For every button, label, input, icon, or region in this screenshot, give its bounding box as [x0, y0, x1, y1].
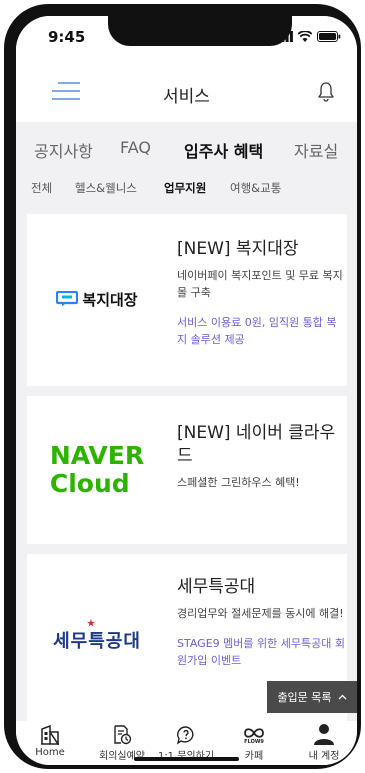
nav-inquiry[interactable]: 1:1 문의하기 [154, 721, 218, 762]
benefit-card-naver-cloud[interactable]: NAVER Cloud [NEW] 네이버 클라우드 스페셜한 그린하우스 혜택… [27, 396, 347, 544]
nav-home-label: Home [35, 747, 65, 758]
status-time: 9:45 [48, 28, 86, 46]
signal-icon [277, 31, 293, 42]
door-list-button[interactable]: 출입문 목록 [267, 681, 357, 713]
status-icons [277, 31, 341, 42]
benefit-subtabs: 전체 헬스&웰니스 업무지원 여행&교통 [16, 180, 357, 200]
subtab-health-wellness[interactable]: 헬스&웰니스 [75, 180, 137, 196]
tab-faq[interactable]: FAQ [120, 138, 151, 157]
naver-cloud-logo: NAVER Cloud [27, 440, 167, 500]
page-title: 서비스 [163, 87, 210, 107]
tab-notice[interactable]: 공지사항 [34, 138, 93, 162]
nav-my-account[interactable]: 내 계정 [292, 721, 356, 762]
document-clock-icon [114, 725, 132, 745]
door-list-label: 출입문 목록 [277, 691, 332, 704]
nav-home[interactable]: Home [18, 721, 82, 758]
person-icon [314, 724, 334, 745]
building-icon [41, 725, 59, 745]
nav-my-account-label: 내 계정 [308, 751, 340, 762]
welfare-logo-text: 복지대장 [82, 290, 138, 309]
notch [108, 16, 292, 46]
welfare-chat-icon [56, 291, 79, 307]
status-bar: 9:45 [16, 16, 357, 60]
nav-meeting-room[interactable]: 회의실예약 [90, 721, 154, 762]
card-title: [NEW] 네이버 클라우드 [177, 423, 336, 466]
card-description: 스페셜한 그린하우스 혜택! [177, 476, 300, 489]
phone-frame: 9:45 서비스 공지사항 FAQ 입주사 혜택 자료실 전체 헬스&웰니스 업… [4, 4, 361, 769]
card-body: 세무특공대 경리업무와 절세문제를 동시에 해결! STAGE9 멤버를 위한 … [177, 576, 345, 669]
subtab-all[interactable]: 전체 [31, 180, 52, 196]
benefit-card-welfare[interactable]: 복지대장 [NEW] 복지대장 네이버페이 복지포인트 및 무료 복지몰 구축 … [27, 214, 347, 386]
phone-screen: 9:45 서비스 공지사항 FAQ 입주사 혜택 자료실 전체 헬스&웰니스 업… [16, 16, 357, 765]
star-icon [87, 619, 96, 627]
app-header: 서비스 [16, 60, 357, 122]
card-body: [NEW] 네이버 클라우드 스페셜한 그린하우스 혜택! [177, 422, 345, 491]
card-title: 세무특공대 [177, 577, 256, 597]
battery-icon [317, 31, 341, 42]
card-promo: 서비스 이용료 0원, 임직원 통합 복지 솔루션 제공 [177, 316, 337, 346]
card-title: [NEW] 복지대장 [177, 239, 299, 259]
home-indicator [134, 757, 239, 761]
card-description: 네이버페이 복지포인트 및 무료 복지몰 구축 [177, 269, 343, 299]
tax-logo: 세무특공대 [27, 618, 167, 662]
notification-button[interactable] [315, 80, 337, 102]
tab-tenant-benefits[interactable]: 입주사 혜택 [184, 138, 263, 162]
nav-cafe[interactable]: FLOW9 카페 [222, 721, 286, 762]
flow9-icon-text: FLOW9 [244, 739, 264, 745]
card-promo: STAGE9 멤버를 위한 세무특공대 회원가입 이벤트 [177, 637, 345, 667]
card-description: 경리업무와 절세문제를 동시에 해결! [177, 607, 344, 620]
category-tabs: 공지사항 FAQ 입주사 혜택 자료실 [16, 138, 357, 168]
chat-question-icon [176, 726, 194, 745]
cloud-logo-text: Cloud [49, 469, 130, 498]
chevron-up-icon [338, 694, 347, 700]
subtab-work-support[interactable]: 업무지원 [164, 180, 206, 196]
card-body: [NEW] 복지대장 네이버페이 복지포인트 및 무료 복지몰 구축 서비스 이… [177, 238, 345, 348]
tax-logo-text: 세무특공대 [53, 631, 141, 652]
wifi-icon [298, 31, 312, 42]
flow9-icon [244, 728, 264, 738]
welfare-logo: 복지대장 [27, 274, 167, 324]
bell-icon [318, 82, 334, 102]
naver-logo-text: NAVER [49, 441, 145, 470]
tab-resources[interactable]: 자료실 [294, 138, 338, 162]
subtab-travel-transport[interactable]: 여행&교통 [230, 180, 281, 196]
